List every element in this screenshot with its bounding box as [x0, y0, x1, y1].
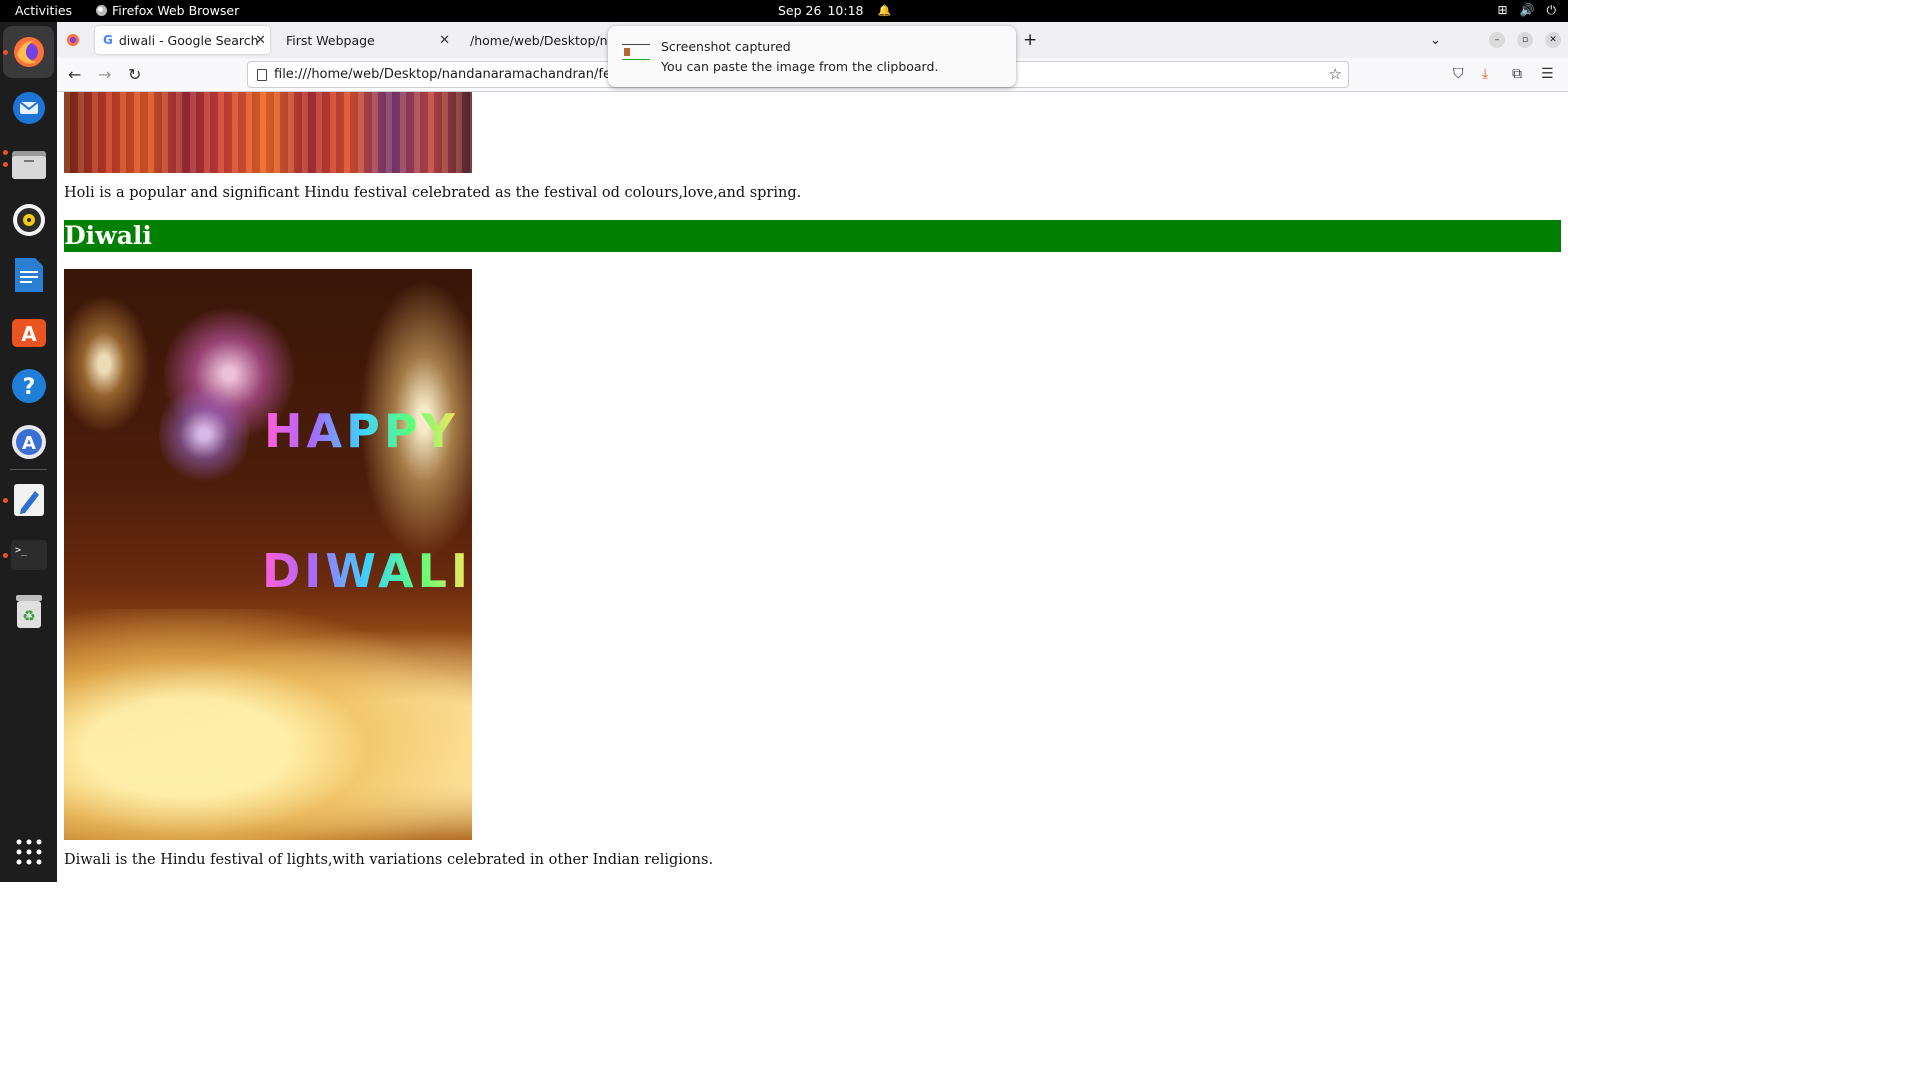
- close-tab-icon[interactable]: ✕: [439, 33, 450, 48]
- forward-button[interactable]: →: [98, 65, 111, 84]
- list-all-tabs-button[interactable]: ⌄: [1430, 26, 1441, 54]
- system-tray[interactable]: ⊞ 🔊 ⏻: [1497, 3, 1556, 18]
- notification-bell-icon: 🔔: [877, 4, 892, 17]
- running-indicator: [3, 162, 8, 167]
- volume-icon: 🔊: [1519, 3, 1535, 17]
- firefox-view-icon: [67, 34, 79, 46]
- dock-files[interactable]: [9, 144, 48, 183]
- firework: [159, 379, 249, 489]
- screenshot-notification[interactable]: Screenshot captured You can paste the im…: [608, 26, 1016, 87]
- dock-thunderbird[interactable]: [9, 88, 48, 127]
- dock-firefox[interactable]: [3, 26, 54, 78]
- power-icon: ⏻: [1546, 3, 1557, 17]
- dock-app-grid[interactable]: [9, 832, 48, 871]
- image-text-diwali: DIWALI: [262, 544, 472, 598]
- holi-paragraph: Holi is a popular and significant Hindu …: [64, 185, 802, 201]
- svg-text:?: ?: [22, 375, 35, 400]
- google-icon: G: [103, 33, 113, 47]
- screenshot-thumbnail-icon: [622, 44, 650, 60]
- pocket-icon[interactable]: ⛉: [1453, 66, 1464, 82]
- close-window-button[interactable]: ✕: [1545, 32, 1561, 48]
- rhythmbox-icon: [12, 203, 45, 236]
- dock-separator: [10, 469, 47, 470]
- svg-text:A: A: [22, 433, 36, 454]
- holi-image: [64, 92, 472, 173]
- dock-text-editor[interactable]: [9, 480, 48, 519]
- diwali-image: HAPPY DIWALI: [64, 269, 472, 840]
- bookmark-star-icon[interactable]: ☆: [1329, 65, 1342, 83]
- tab-label: diwali - Google Search: [118, 32, 259, 48]
- gnome-top-bar: Activities Firefox Web Browser Sep 26 10…: [0, 0, 1568, 22]
- app-menu[interactable]: Firefox Web Browser: [96, 3, 239, 18]
- network-icon: ⊞: [1497, 3, 1508, 17]
- clock-time: 10:18: [827, 3, 864, 18]
- page-icon: [257, 68, 267, 81]
- firefox-icon: [13, 37, 44, 67]
- app-name: Firefox Web Browser: [112, 3, 240, 18]
- firefox-view-button[interactable]: [66, 26, 80, 54]
- notification-body: You can paste the image from the clipboa…: [661, 59, 939, 74]
- dock-software-updater[interactable]: A: [9, 422, 48, 461]
- url-text: file:///home/web/Desktop/nandanaramachan…: [274, 67, 653, 82]
- thunderbird-icon: [12, 91, 45, 124]
- svg-text:A: A: [21, 322, 37, 346]
- clock[interactable]: Sep 26 10:18 🔔: [778, 3, 891, 18]
- image-text-happy: HAPPY: [264, 404, 459, 458]
- running-indicator: [3, 498, 8, 503]
- running-indicator: [3, 150, 8, 155]
- extensions-icon[interactable]: ⧉: [1512, 66, 1522, 82]
- maximize-button[interactable]: ▫: [1517, 32, 1533, 48]
- menu-icon[interactable]: ☰: [1541, 66, 1554, 82]
- firefox-icon: [96, 5, 107, 16]
- back-button[interactable]: ←: [68, 65, 81, 84]
- new-tab-button[interactable]: +: [1023, 26, 1037, 54]
- dock-trash[interactable]: ♻: [9, 591, 48, 630]
- activities-button[interactable]: Activities: [15, 3, 72, 18]
- dock-rhythmbox[interactable]: [9, 200, 48, 239]
- downloads-icon[interactable]: ⤓: [1482, 66, 1488, 82]
- diwali-paragraph: Diwali is the Hindu festival of lights,w…: [64, 852, 714, 868]
- dock-terminal[interactable]: >_: [9, 535, 48, 574]
- tab-label: /home/web/Desktop/nan: [470, 32, 608, 48]
- tab-diwali-search[interactable]: G diwali - Google Search ✕: [95, 26, 270, 54]
- tab-first-webpage[interactable]: First Webpage ✕: [279, 26, 454, 54]
- files-icon: [11, 150, 46, 179]
- text-editor-icon: [13, 483, 44, 516]
- trash-icon: ♻: [15, 594, 42, 628]
- firework: [64, 289, 154, 439]
- reload-button[interactable]: ↻: [128, 65, 141, 84]
- tab-festivals-file[interactable]: /home/web/Desktop/nan: [463, 26, 608, 54]
- dock-writer[interactable]: [9, 255, 48, 294]
- tab-label: First Webpage: [286, 32, 375, 48]
- running-indicator: [3, 50, 8, 55]
- app-grid-icon: [16, 839, 41, 864]
- notification-title: Screenshot captured: [661, 39, 791, 54]
- close-tab-icon[interactable]: ✕: [255, 33, 266, 48]
- page-content: Holi is a popular and significant Hindu …: [57, 92, 1568, 882]
- svg-text:>_: >_: [15, 545, 28, 556]
- software-updater-icon: A: [11, 424, 46, 459]
- app-center-icon: A: [11, 318, 46, 347]
- libreoffice-writer-icon: [14, 257, 43, 292]
- svg-text:♻: ♻: [22, 607, 35, 625]
- running-indicator: [3, 553, 8, 558]
- illuminated-palace: [64, 609, 472, 840]
- diwali-heading: Diwali: [64, 220, 1561, 252]
- terminal-icon: >_: [10, 539, 47, 570]
- help-icon: ?: [11, 368, 46, 403]
- dock-help[interactable]: ?: [9, 366, 48, 405]
- minimize-button[interactable]: –: [1489, 32, 1505, 48]
- clock-date: Sep 26: [778, 3, 822, 18]
- dock: A ? A >_ ♻: [0, 22, 57, 882]
- dock-app-center[interactable]: A: [9, 311, 48, 350]
